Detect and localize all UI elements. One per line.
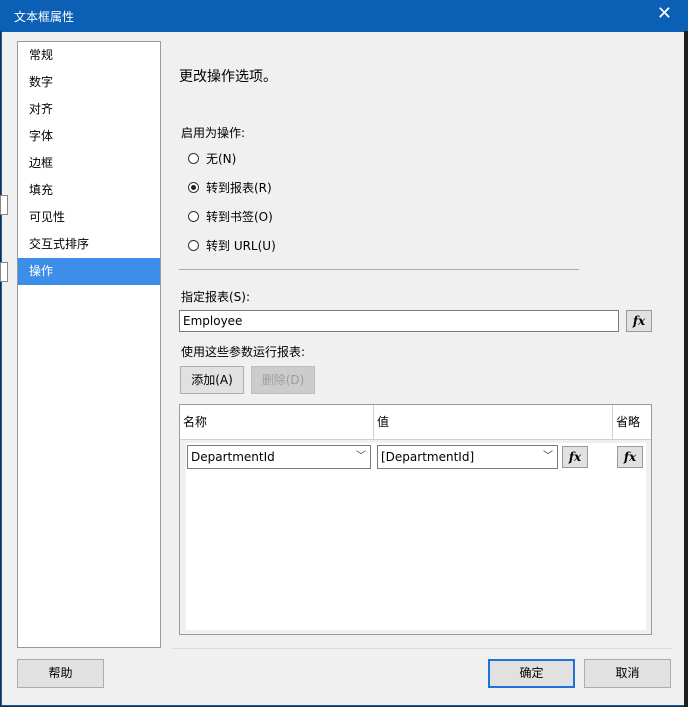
background-window-edge xyxy=(0,262,8,282)
report-label: 指定报表(S): xyxy=(181,290,251,304)
dropdown-value: [DepartmentId] xyxy=(381,450,475,464)
column-header-value: 值 xyxy=(374,405,613,439)
omit-expression-button[interactable]: fx xyxy=(617,446,643,468)
footer-divider xyxy=(172,648,672,649)
grid-header: 名称 值 省略 xyxy=(180,405,651,440)
param-name-dropdown[interactable]: DepartmentId ﹀ xyxy=(187,445,371,469)
help-button[interactable]: 帮助 xyxy=(17,659,104,688)
divider xyxy=(179,269,579,270)
sidebar-item-alignment[interactable]: 对齐 xyxy=(18,96,160,123)
sidebar-item-visibility[interactable]: 可见性 xyxy=(18,204,160,231)
sidebar-item-fill[interactable]: 填充 xyxy=(18,177,160,204)
background-window-edge xyxy=(0,195,8,215)
column-header-name: 名称 xyxy=(180,405,374,439)
radio-circle[interactable] xyxy=(188,152,199,164)
report-input[interactable]: Employee xyxy=(179,310,619,332)
close-icon[interactable]: ✕ xyxy=(657,5,672,23)
parameters-grid: 名称 值 省略 xyxy=(179,404,652,635)
sidebar-item-interactive-sorting[interactable]: 交互式排序 xyxy=(18,231,160,258)
enable-as-action-label: 启用为操作: xyxy=(181,126,246,140)
sidebar: 常规 数字 对齐 字体 边框 填充 可见性 交互式排序 操作 xyxy=(17,41,161,648)
param-value-dropdown[interactable]: [DepartmentId] ﹀ xyxy=(377,445,558,469)
sidebar-item-font[interactable]: 字体 xyxy=(18,123,160,150)
radio-go-to-report[interactable]: 转到报表(R) xyxy=(188,178,272,196)
radio-label: 无(N) xyxy=(206,151,237,166)
params-label: 使用这些参数运行报表: xyxy=(181,345,306,359)
radio-circle[interactable] xyxy=(188,239,199,251)
column-header-omit: 省略 xyxy=(616,415,641,429)
radio-label: 转到书签(O) xyxy=(206,209,273,224)
delete-button[interactable]: 删除(D) xyxy=(251,366,315,394)
radio-label: 转到报表(R) xyxy=(206,180,272,195)
sidebar-item-number[interactable]: 数字 xyxy=(18,69,160,96)
dropdown-value: DepartmentId xyxy=(191,450,275,464)
radio-none[interactable]: 无(N) xyxy=(188,149,236,167)
radio-circle-checked[interactable] xyxy=(188,181,199,193)
sidebar-item-general[interactable]: 常规 xyxy=(18,42,160,69)
add-button[interactable]: 添加(A) xyxy=(180,366,244,394)
title-bar: 文本框属性 ✕ xyxy=(0,0,688,31)
grid-body xyxy=(186,443,646,630)
chevron-down-icon[interactable]: ﹀ xyxy=(543,446,553,468)
chevron-down-icon[interactable]: ﹀ xyxy=(356,446,366,468)
radio-circle[interactable] xyxy=(188,210,199,222)
report-expression-button[interactable]: fx xyxy=(626,310,652,332)
sidebar-item-border[interactable]: 边框 xyxy=(18,150,160,177)
sidebar-item-action[interactable]: 操作 xyxy=(18,258,160,285)
window-edge xyxy=(684,31,688,707)
radio-go-to-url[interactable]: 转到 URL(U) xyxy=(188,236,276,254)
radio-go-to-bookmark[interactable]: 转到书签(O) xyxy=(188,207,273,225)
window-title: 文本框属性 xyxy=(14,10,75,24)
page-heading: 更改操作选项。 xyxy=(179,69,277,85)
ok-button[interactable]: 确定 xyxy=(488,659,575,688)
value-expression-button[interactable]: fx xyxy=(562,446,588,468)
cancel-button[interactable]: 取消 xyxy=(584,659,671,688)
radio-label: 转到 URL(U) xyxy=(206,238,276,253)
